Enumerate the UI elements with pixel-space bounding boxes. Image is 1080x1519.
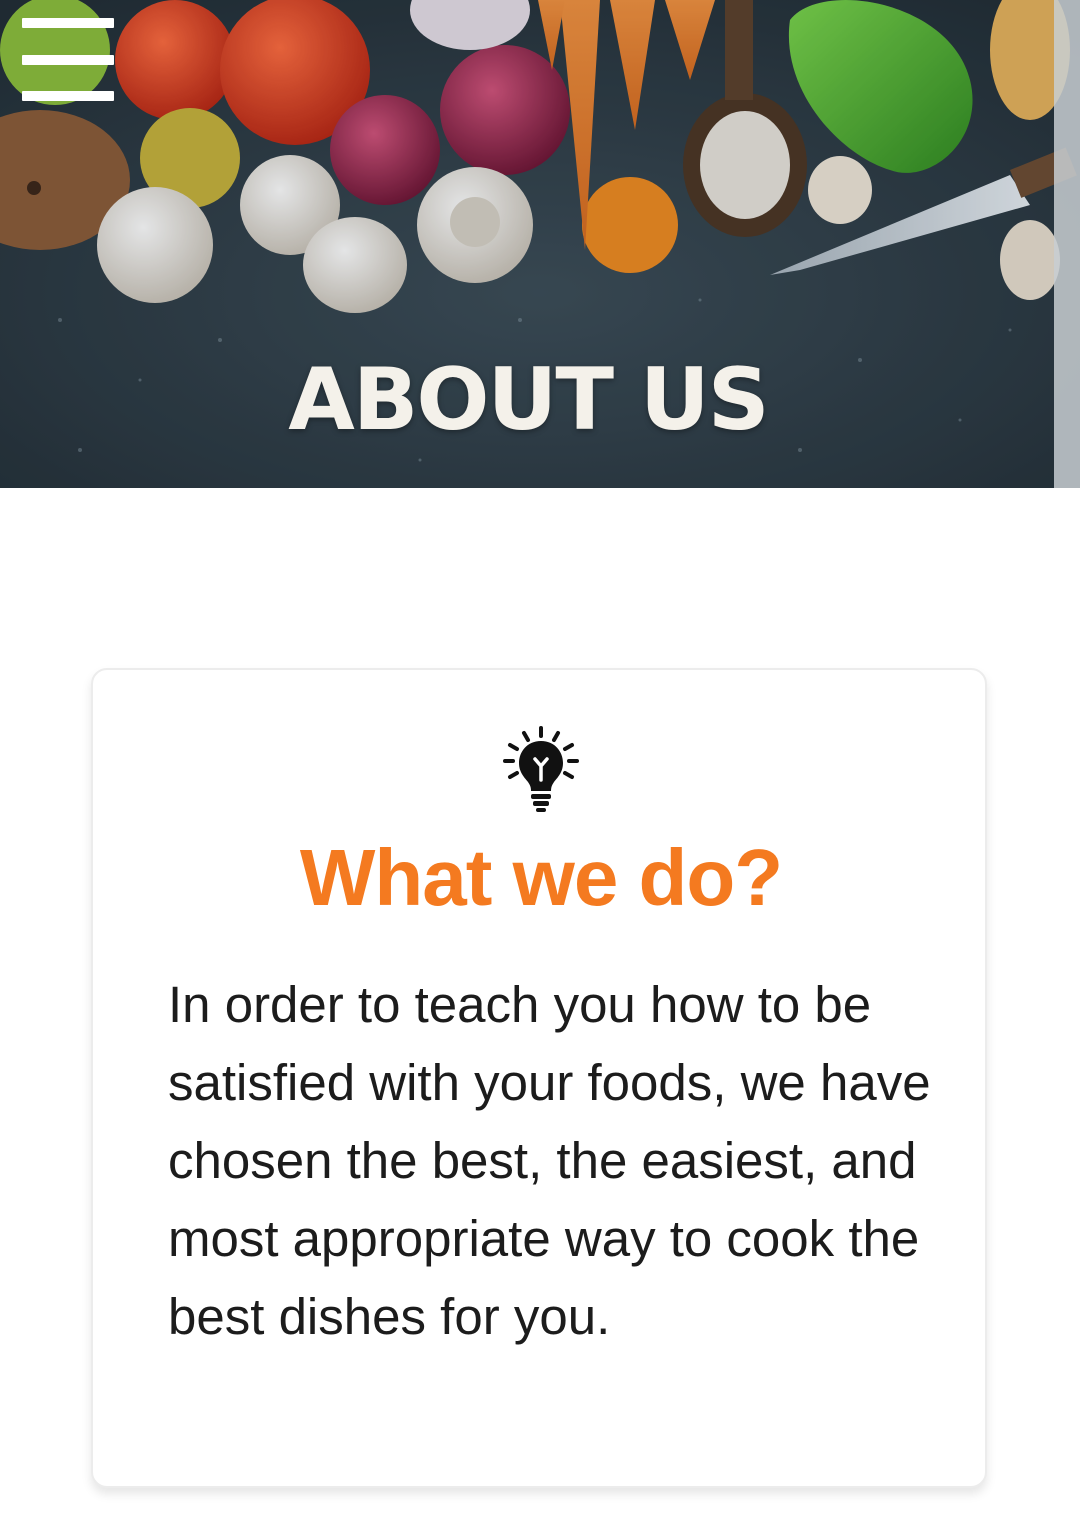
page-title: ABOUT US — [288, 350, 769, 450]
lightbulb-icon — [503, 726, 579, 812]
menu-bar-bottom — [22, 91, 114, 101]
menu-bar-top — [22, 18, 114, 28]
what-we-do-card: What we do? In order to teach you how to… — [91, 668, 987, 1488]
menu-bar-middle — [22, 55, 114, 65]
about-page: ABOUT US What we do? In order to teach y… — [0, 0, 1080, 1519]
card-description: In order to teach you how to be satisfie… — [168, 976, 931, 1345]
hero-banner: ABOUT US — [0, 0, 1080, 488]
hamburger-menu-icon[interactable] — [22, 18, 114, 102]
card-title: What we do? — [299, 833, 783, 922]
